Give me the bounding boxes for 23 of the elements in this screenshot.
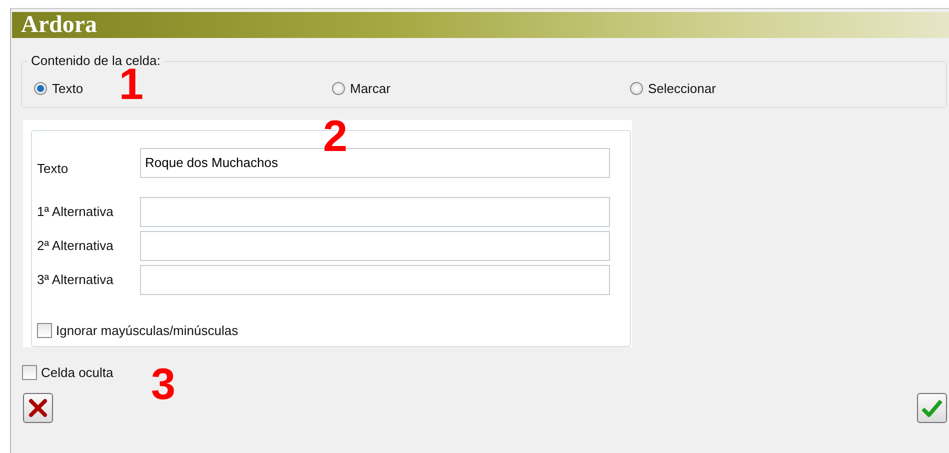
text-field[interactable] — [140, 196, 610, 226]
checkbox[interactable] — [37, 322, 52, 338]
radio-label: Marcar — [350, 80, 390, 98]
window-title: Ardora — [12, 12, 949, 38]
text-field[interactable] — [140, 264, 610, 294]
checkbox-label: Celda oculta — [41, 364, 114, 382]
ok-button[interactable] — [917, 392, 947, 422]
radio-label: Seleccionar — [648, 80, 716, 98]
annotation-number: 3 — [151, 365, 176, 405]
radio-button[interactable] — [630, 82, 643, 96]
cancel-button[interactable] — [23, 392, 53, 422]
text-field[interactable] — [140, 230, 610, 260]
field-label: Texto — [37, 160, 70, 178]
field-label: 3ª Alternativa — [37, 270, 114, 289]
check-icon — [921, 398, 943, 418]
radio-button[interactable] — [34, 82, 47, 96]
cross-icon — [28, 398, 48, 418]
field-label: 1ª Alternativa — [37, 202, 114, 221]
checkbox-label: Ignorar mayúsculas/minúsculas — [56, 322, 238, 340]
radio-label: Texto — [52, 80, 84, 98]
checkbox[interactable] — [22, 365, 37, 380]
field-label: 2ª Alternativa — [37, 236, 114, 255]
radio-button[interactable] — [332, 82, 345, 96]
